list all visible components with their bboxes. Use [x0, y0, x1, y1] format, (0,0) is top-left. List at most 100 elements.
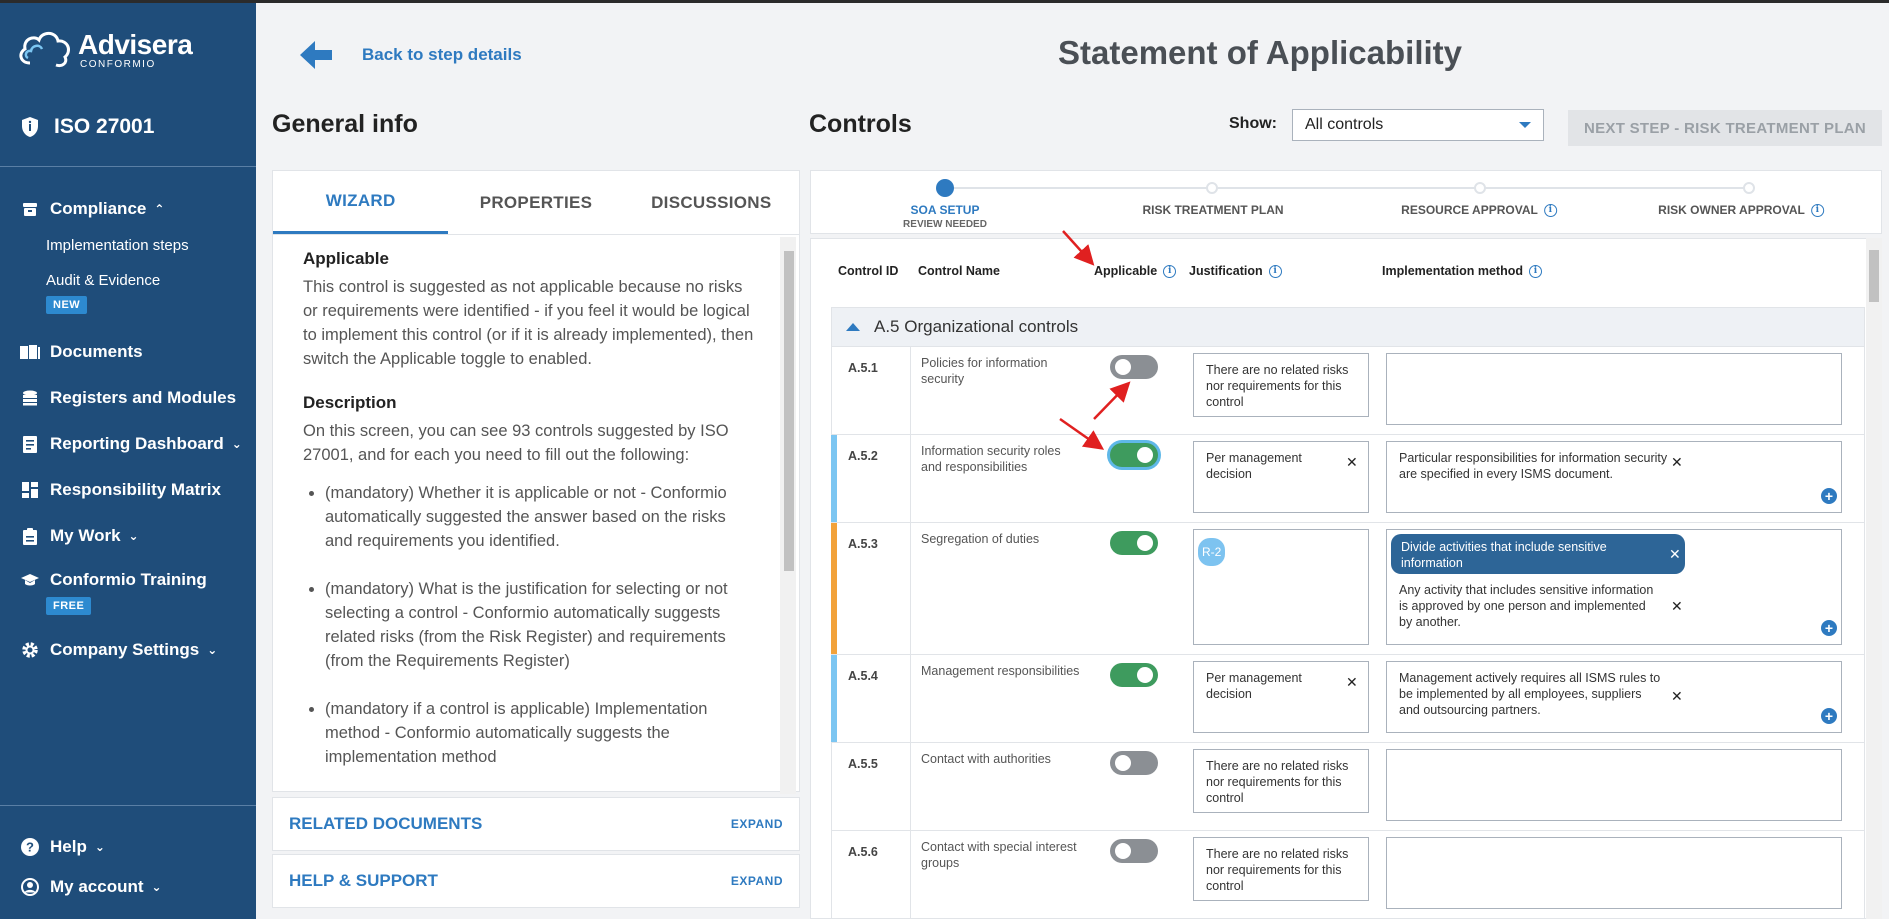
add-icon[interactable]: +	[1821, 620, 1837, 636]
add-icon[interactable]: +	[1821, 708, 1837, 724]
sidebar-item-training[interactable]: Conformio Training	[20, 570, 207, 590]
close-icon[interactable]: ✕	[1671, 688, 1683, 704]
table-scrollbar[interactable]	[1866, 238, 1882, 919]
free-badge: FREE	[46, 597, 92, 615]
justification-field[interactable]: Per management decision ✕	[1193, 441, 1369, 513]
requirements-list: (mandatory) Whether it is applicable or …	[325, 481, 755, 769]
scrollbar-thumb[interactable]	[1869, 250, 1879, 302]
sidebar-item-compliance[interactable]: Compliance ⌃	[20, 199, 164, 219]
standard-selector[interactable]: ISO 27001	[20, 115, 154, 139]
shield-icon	[22, 117, 38, 137]
back-label: Back to step details	[362, 45, 522, 64]
justification-field[interactable]: Per management decision ✕	[1193, 661, 1369, 733]
list-item: (mandatory if a control is applicable) I…	[325, 697, 755, 769]
step-dot-active	[936, 179, 954, 197]
general-info-title: General info	[272, 110, 418, 138]
control-name: Contact with special interest groups	[921, 840, 1077, 870]
sidebar-item-label: Company Settings	[50, 640, 200, 659]
sidebar-item-reporting[interactable]: Reporting Dashboard ⌄	[20, 434, 242, 454]
tab-discussions[interactable]: DISCUSSIONS	[624, 171, 799, 234]
step-dot	[1743, 182, 1755, 194]
sidebar-item-mywork[interactable]: My Work ⌄	[20, 526, 139, 546]
applicable-toggle[interactable]	[1110, 663, 1158, 687]
group-row-organizational[interactable]: A.5 Organizational controls	[831, 307, 1865, 347]
column-header-label: Applicable	[1094, 264, 1158, 278]
sidebar-item-help[interactable]: ? Help ⌄	[20, 837, 105, 857]
implementation-suggestion-chip[interactable]: Divide activities that include sensitive…	[1391, 534, 1685, 574]
implementation-field[interactable]	[1386, 749, 1842, 821]
applicable-toggle[interactable]	[1110, 531, 1158, 555]
info-icon[interactable]: i	[1543, 203, 1557, 217]
close-icon[interactable]: ✕	[1671, 598, 1683, 614]
applicable-toggle[interactable]	[1110, 751, 1158, 775]
step-resource-approval[interactable]: RESOURCE APPROVAL i	[1401, 203, 1557, 217]
wizard-scrollbar[interactable]	[780, 237, 796, 794]
tab-properties[interactable]: PROPERTIES	[448, 171, 623, 234]
sidebar-item-label: My Work	[50, 526, 121, 545]
help-support-title: HELP & SUPPORT	[289, 871, 438, 890]
implementation-field[interactable]: Divide activities that include sensitive…	[1386, 529, 1842, 645]
documents-icon	[20, 342, 40, 362]
applicable-toggle[interactable]	[1110, 355, 1158, 379]
justification-field[interactable]: There are no related risks nor requireme…	[1193, 837, 1369, 901]
column-header-applicable: Applicable i	[1094, 264, 1177, 278]
justification-field[interactable]: There are no related risks nor requireme…	[1193, 749, 1369, 813]
related-documents-title: RELATED DOCUMENTS	[289, 814, 483, 833]
sidebar-item-matrix[interactable]: Responsibility Matrix	[20, 480, 221, 500]
training-icon	[20, 570, 40, 590]
step-label: RISK TREATMENT PLAN	[1142, 203, 1284, 217]
window-top-border	[0, 0, 1889, 3]
sidebar-item-label: Compliance	[50, 199, 147, 218]
table-row: A.5.3 Segregation of duties R-2 Divide a…	[831, 523, 1865, 655]
expand-button[interactable]: EXPAND	[731, 817, 783, 831]
control-name: Information security roles and responsib…	[921, 444, 1061, 474]
tab-wizard[interactable]: WIZARD	[273, 171, 449, 234]
close-icon[interactable]: ✕	[1346, 454, 1358, 470]
sidebar-item-documents[interactable]: Documents	[20, 342, 143, 362]
sidebar-item-label: Responsibility Matrix	[50, 480, 221, 499]
step-risk-owner-approval[interactable]: RISK OWNER APPROVAL i	[1658, 203, 1824, 217]
implementation-field[interactable]: Particular responsibilities for informat…	[1386, 441, 1842, 513]
sidebar-subitem-audit-evidence[interactable]: Audit & Evidence	[46, 272, 160, 289]
row-status-stripe	[831, 435, 837, 522]
show-filter-value: All controls	[1305, 116, 1384, 133]
help-support-accordion[interactable]: HELP & SUPPORT EXPAND	[272, 854, 800, 908]
implementation-text: Any activity that includes sensitive inf…	[1399, 583, 1654, 629]
chevron-down-icon: ⌄	[151, 880, 162, 894]
info-icon[interactable]: i	[1163, 264, 1177, 278]
implementation-field[interactable]	[1386, 837, 1842, 909]
implementation-field[interactable]	[1386, 353, 1842, 425]
toggle-knob	[1115, 843, 1131, 859]
table-row: A.5.4 Management responsibilities Per ma…	[831, 655, 1865, 743]
close-icon[interactable]: ✕	[1346, 674, 1358, 690]
close-icon[interactable]: ✕	[1669, 546, 1681, 562]
info-icon[interactable]: i	[1268, 264, 1282, 278]
step-risk-treatment-plan[interactable]: RISK TREATMENT PLAN	[1142, 203, 1283, 217]
info-icon[interactable]: i	[1528, 264, 1542, 278]
sidebar-item-account[interactable]: My account ⌄	[20, 877, 162, 897]
add-icon[interactable]: +	[1821, 488, 1837, 504]
related-documents-accordion[interactable]: RELATED DOCUMENTS EXPAND	[272, 797, 800, 851]
advisera-logo[interactable]: Advisera CONFORMIO	[16, 27, 193, 71]
sidebar-item-label: Documents	[50, 342, 143, 361]
implementation-field[interactable]: Management actively requires all ISMS ru…	[1386, 661, 1842, 733]
applicable-toggle[interactable]	[1110, 839, 1158, 863]
sidebar-item-registers[interactable]: Registers and Modules	[20, 388, 236, 408]
justification-field[interactable]: R-2	[1193, 529, 1369, 645]
row-separator	[910, 655, 911, 742]
sidebar-item-company-settings[interactable]: Company Settings ⌄	[20, 640, 217, 660]
close-icon[interactable]: ✕	[1671, 454, 1683, 470]
justification-field[interactable]: There are no related risks nor requireme…	[1193, 353, 1369, 417]
back-link[interactable]: Back to step details	[300, 40, 522, 70]
applicable-toggle[interactable]	[1110, 443, 1158, 467]
applicable-text: This control is suggested as not applica…	[303, 278, 754, 368]
scrollbar-thumb[interactable]	[784, 251, 794, 571]
next-step-button[interactable]: NEXT STEP - RISK TREATMENT PLAN	[1568, 110, 1882, 146]
step-soa-setup[interactable]: SOA SETUP	[911, 203, 980, 217]
row-separator	[910, 523, 911, 654]
sidebar-subitem-implementation-steps[interactable]: Implementation steps	[46, 237, 189, 254]
info-icon[interactable]: i	[1810, 203, 1824, 217]
show-filter-select[interactable]: All controls	[1292, 109, 1544, 141]
expand-button[interactable]: EXPAND	[731, 874, 783, 888]
risk-chip[interactable]: R-2	[1198, 538, 1226, 566]
